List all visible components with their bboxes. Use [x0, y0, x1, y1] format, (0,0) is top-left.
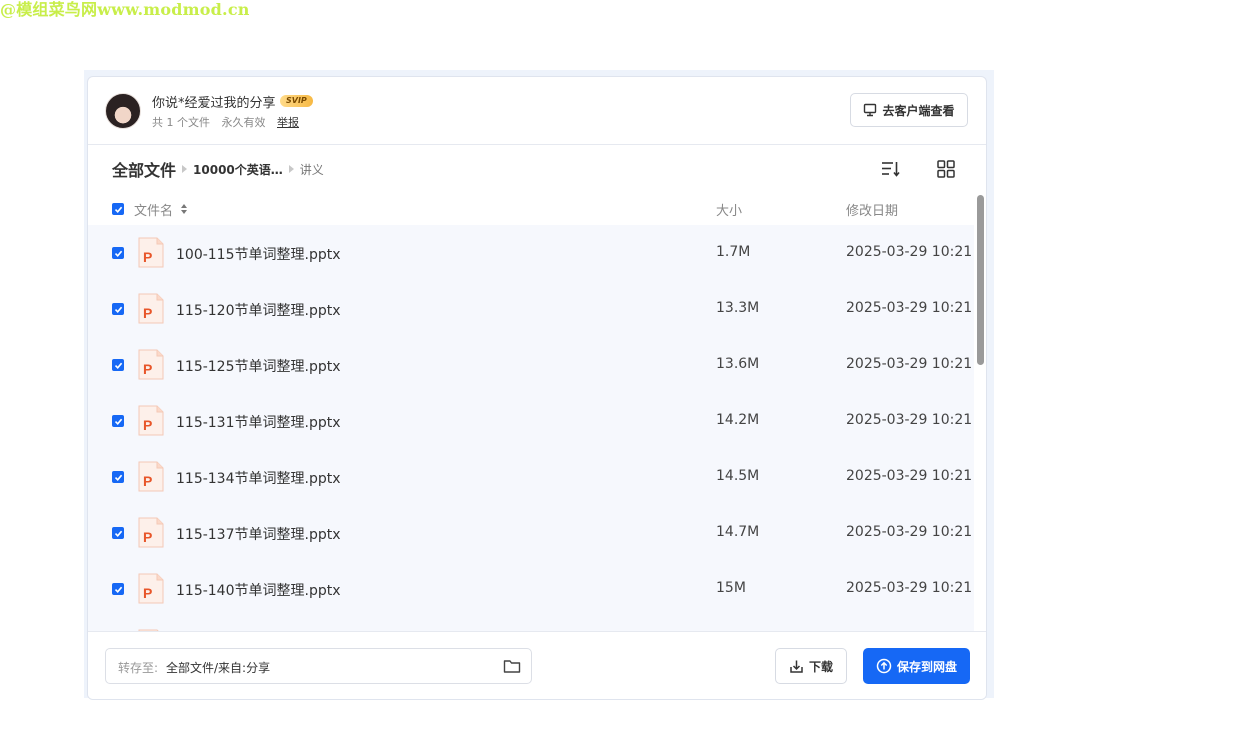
file-list: P 100-115节单词整理.pptx 1.7M 2025-03-29 10:2… [88, 225, 974, 631]
svg-text:P: P [143, 529, 152, 545]
pptx-file-icon: P [138, 349, 164, 380]
check-icon [114, 586, 122, 593]
monitor-icon [864, 103, 877, 117]
file-size: 13.6M [716, 356, 760, 372]
file-name: 115-125节单词整理.pptx [176, 359, 341, 375]
column-size: 大小 [716, 204, 743, 219]
breadcrumb-folder[interactable]: 10000个英语… [193, 161, 283, 178]
download-label: 下载 [808, 659, 833, 674]
check-icon [114, 530, 122, 537]
check-icon [114, 418, 122, 425]
file-checkbox[interactable] [112, 471, 124, 483]
svg-text:P: P [143, 249, 152, 265]
file-name: 115-131节单词整理.pptx [176, 415, 341, 431]
sort-arrows-icon[interactable] [180, 202, 188, 216]
file-size: 13.3M [716, 300, 760, 316]
file-count: 共 1 个文件 [152, 116, 210, 129]
column-modified: 修改日期 [846, 204, 899, 219]
file-size: 14.2M [716, 412, 760, 428]
file-date: 2025-03-29 10:21 [846, 300, 973, 316]
svg-text:P: P [143, 417, 152, 433]
watermark-text: @模组菜鸟网www.modmod.cn [0, 0, 250, 19]
breadcrumb-root[interactable]: 全部文件 [112, 157, 176, 181]
file-name: 100-115节单词整理.pptx [176, 247, 341, 263]
breadcrumb-separator-icon [288, 165, 294, 173]
report-link[interactable]: 举报 [277, 116, 299, 129]
file-checkbox[interactable] [112, 303, 124, 315]
dialog-footer: 转存至: 全部文件/来自:分享 下载 保存到网盘 [88, 631, 986, 699]
grid-view-icon[interactable] [936, 159, 956, 179]
validity-text: 永久有效 [221, 116, 266, 129]
folder-icon[interactable] [503, 658, 521, 674]
file-date: 2025-03-29 10:21 [846, 580, 973, 596]
file-row[interactable]: P 115-125节单词整理.pptx 13.6M 2025-03-29 10:… [88, 337, 974, 393]
check-icon [114, 306, 122, 313]
file-row[interactable]: P 115-131节单词整理.pptx 14.2M 2025-03-29 10:… [88, 393, 974, 449]
save-to-disk-button[interactable]: 保存到网盘 [863, 648, 970, 684]
select-all-checkbox[interactable] [112, 203, 124, 215]
open-in-client-button[interactable]: 去客户端查看 [850, 93, 968, 127]
svip-badge: SVIP [280, 95, 313, 107]
scrollbar-thumb[interactable] [977, 195, 984, 365]
file-checkbox[interactable] [112, 527, 124, 539]
sort-order-icon[interactable] [880, 159, 900, 179]
file-name: 115-137节单词整理.pptx [176, 527, 341, 543]
download-button[interactable]: 下载 [775, 648, 847, 684]
open-in-client-label: 去客户端查看 [882, 103, 955, 118]
save-destination-label: 转存至: [118, 661, 159, 675]
pptx-file-icon: P [138, 293, 164, 324]
file-row-partial[interactable] [88, 617, 974, 631]
file-date: 2025-03-29 10:21 [846, 524, 973, 540]
file-checkbox[interactable] [112, 359, 124, 371]
svg-text:P: P [143, 361, 152, 377]
file-date: 2025-03-29 10:21 [846, 468, 973, 484]
pptx-file-icon: P [138, 405, 164, 436]
svg-text:P: P [143, 585, 152, 601]
column-name[interactable]: 文件名 [134, 200, 173, 219]
check-icon [114, 250, 122, 257]
file-size: 15M [716, 580, 746, 596]
breadcrumb-current: 讲义 [299, 162, 324, 177]
breadcrumb: 全部文件 10000个英语… 讲义 [112, 157, 324, 181]
file-name: 115-140节单词整理.pptx [176, 583, 341, 599]
pptx-file-icon: P [138, 461, 164, 492]
share-meta: 共 1 个文件 永久有效 举报 [152, 114, 307, 130]
file-row[interactable]: P 115-120节单词整理.pptx 13.3M 2025-03-29 10:… [88, 281, 974, 337]
share-dialog: 你说*经爱过我的分享 SVIP 共 1 个文件 永久有效 举报 去客户端查看 全… [87, 76, 987, 700]
pptx-file-icon: P [138, 517, 164, 548]
pptx-file-icon: P [138, 237, 164, 268]
column-header: 文件名 大小 修改日期 [88, 198, 974, 220]
file-date: 2025-03-29 10:21 [846, 412, 973, 428]
check-icon [114, 206, 122, 213]
file-size: 1.7M [716, 244, 751, 260]
file-row[interactable]: P 100-115节单词整理.pptx 1.7M 2025-03-29 10:2… [88, 225, 974, 281]
share-title: 你说*经爱过我的分享 [152, 96, 276, 111]
pptx-file-icon: P [138, 573, 164, 604]
file-checkbox[interactable] [112, 583, 124, 595]
svg-text:P: P [143, 473, 152, 489]
file-row[interactable]: P 115-140节单词整理.pptx 15M 2025-03-29 10:21 [88, 561, 974, 617]
breadcrumb-separator-icon [182, 165, 188, 173]
svg-text:P: P [143, 305, 152, 321]
file-row[interactable]: P 115-137节单词整理.pptx 14.7M 2025-03-29 10:… [88, 505, 974, 561]
save-destination-path: 全部文件/来自:分享 [166, 661, 271, 675]
save-to-disk-label: 保存到网盘 [896, 659, 957, 674]
save-destination-field[interactable]: 转存至: 全部文件/来自:分享 [105, 648, 532, 684]
check-icon [114, 474, 122, 481]
file-date: 2025-03-29 10:21 [846, 244, 973, 260]
file-size: 14.7M [716, 524, 760, 540]
check-icon [114, 362, 122, 369]
file-checkbox[interactable] [112, 247, 124, 259]
share-header: 你说*经爱过我的分享 SVIP 共 1 个文件 永久有效 举报 去客户端查看 [88, 77, 986, 145]
file-date: 2025-03-29 10:21 [846, 356, 973, 372]
file-name: 115-120节单词整理.pptx [176, 303, 341, 319]
file-checkbox[interactable] [112, 415, 124, 427]
file-size: 14.5M [716, 468, 760, 484]
cloud-upload-icon [876, 658, 892, 674]
file-name: 115-134节单词整理.pptx [176, 471, 341, 487]
download-icon [790, 660, 803, 673]
avatar[interactable] [105, 93, 141, 129]
file-row[interactable]: P 115-134节单词整理.pptx 14.5M 2025-03-29 10:… [88, 449, 974, 505]
